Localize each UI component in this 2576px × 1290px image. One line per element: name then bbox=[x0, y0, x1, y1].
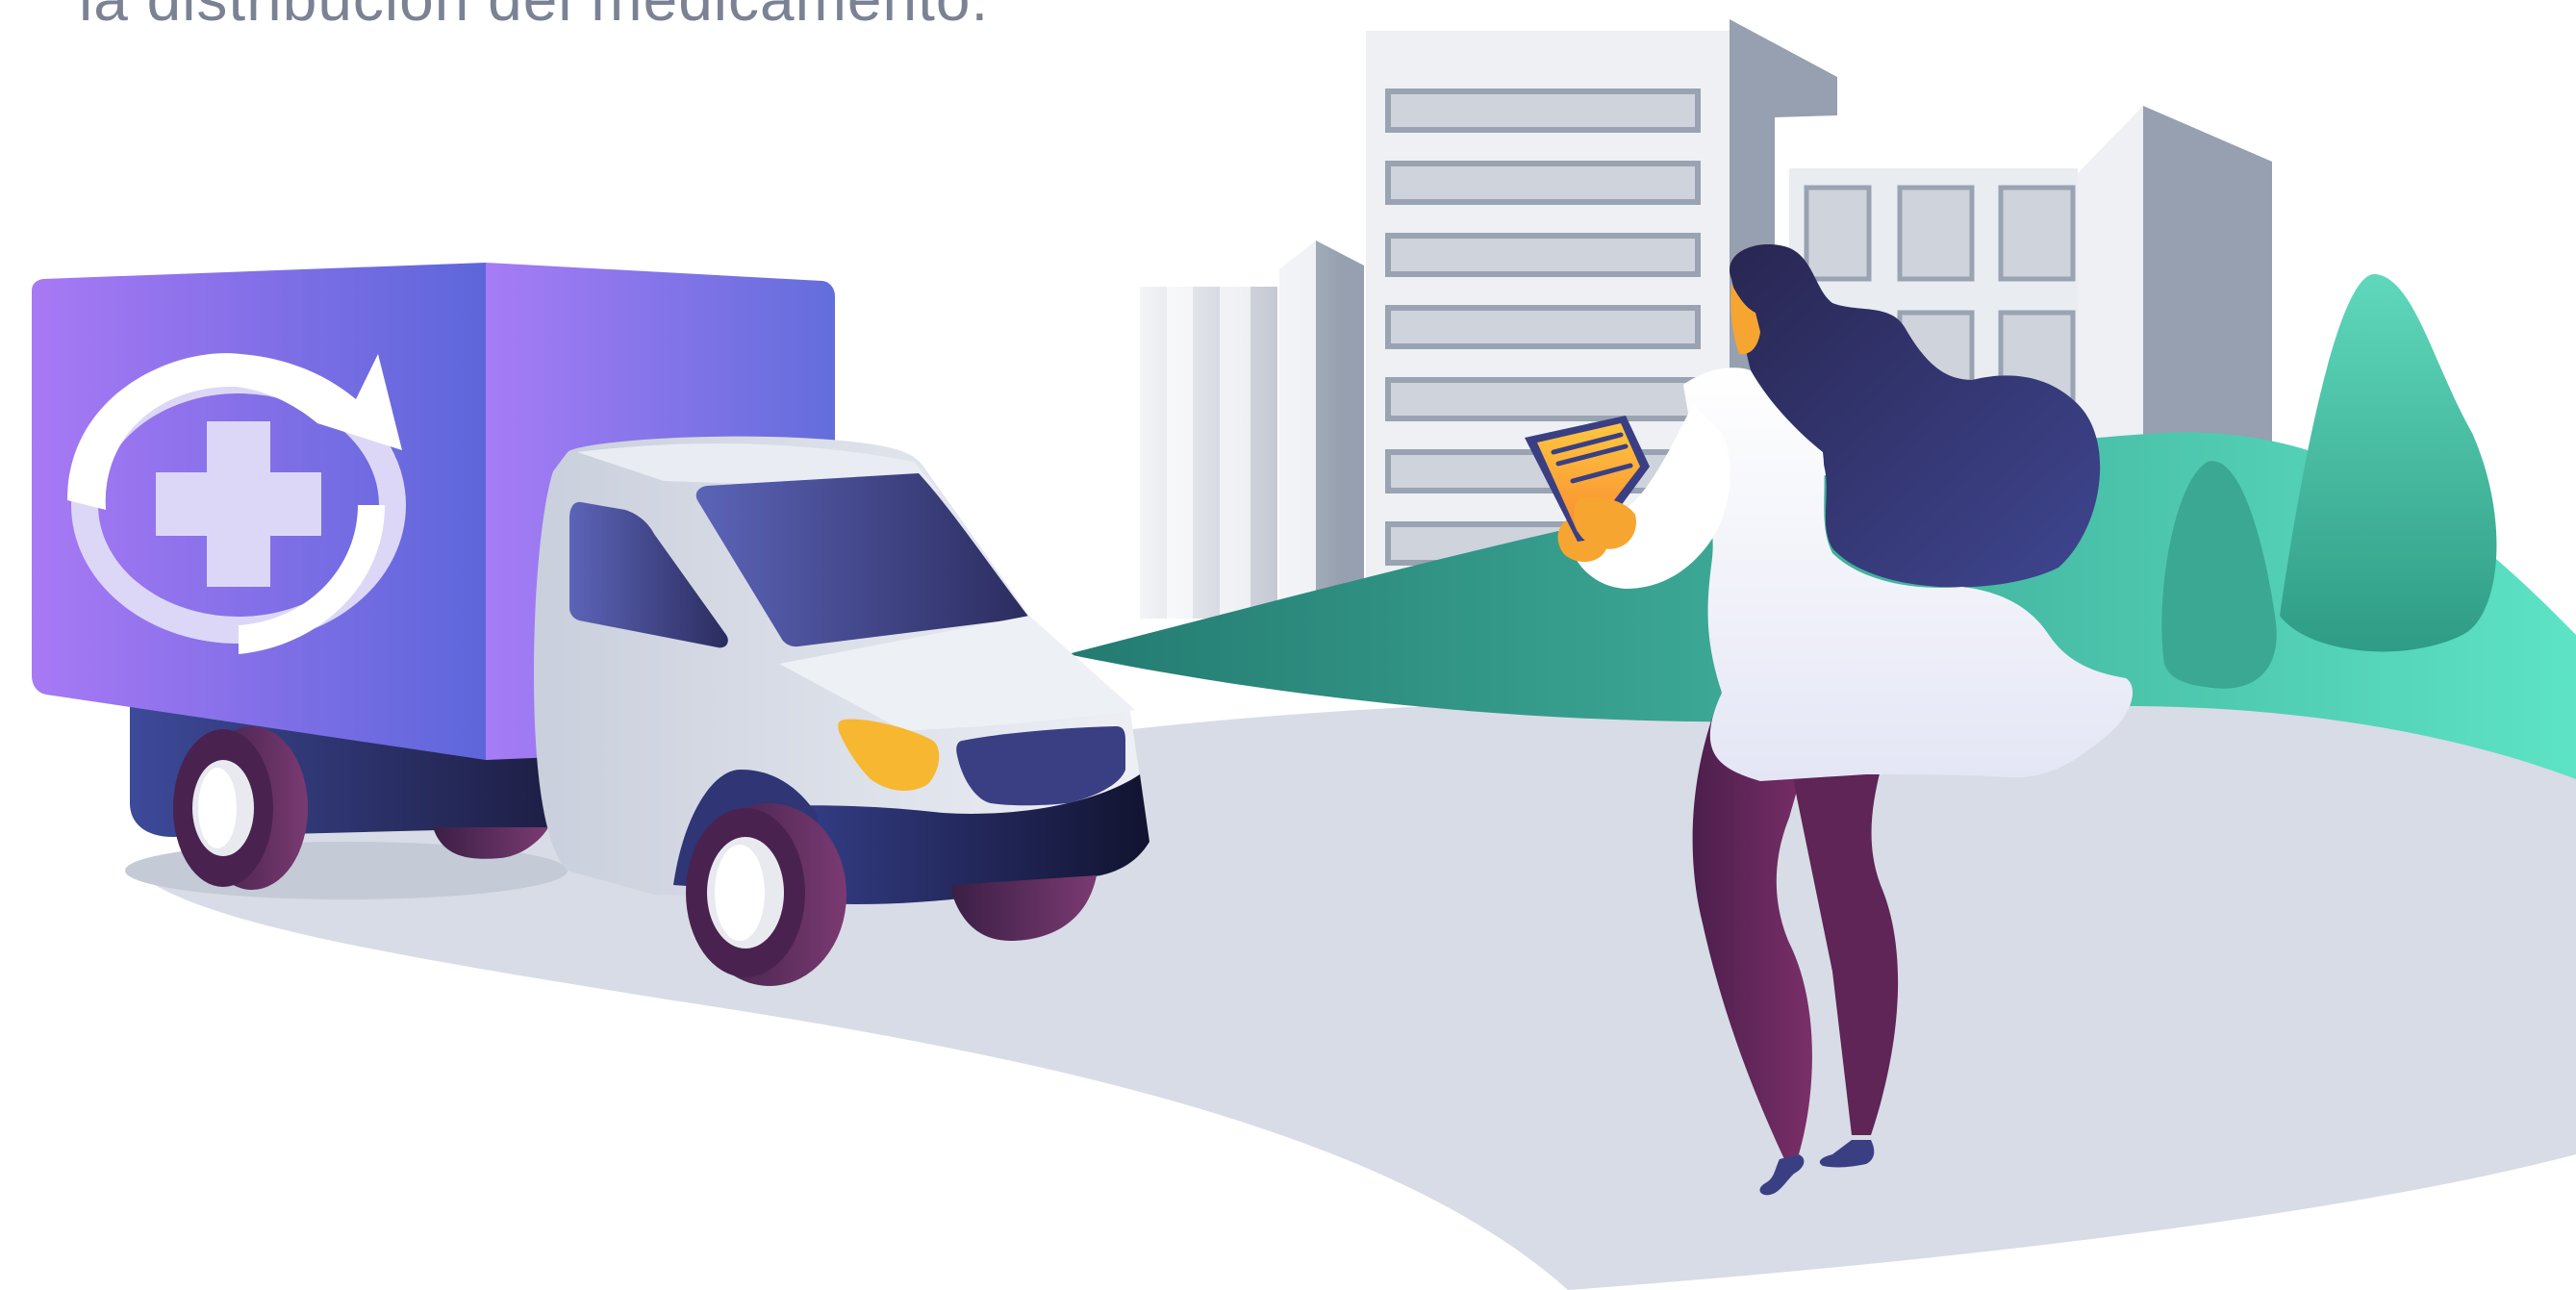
illustration bbox=[32, 0, 2576, 1290]
